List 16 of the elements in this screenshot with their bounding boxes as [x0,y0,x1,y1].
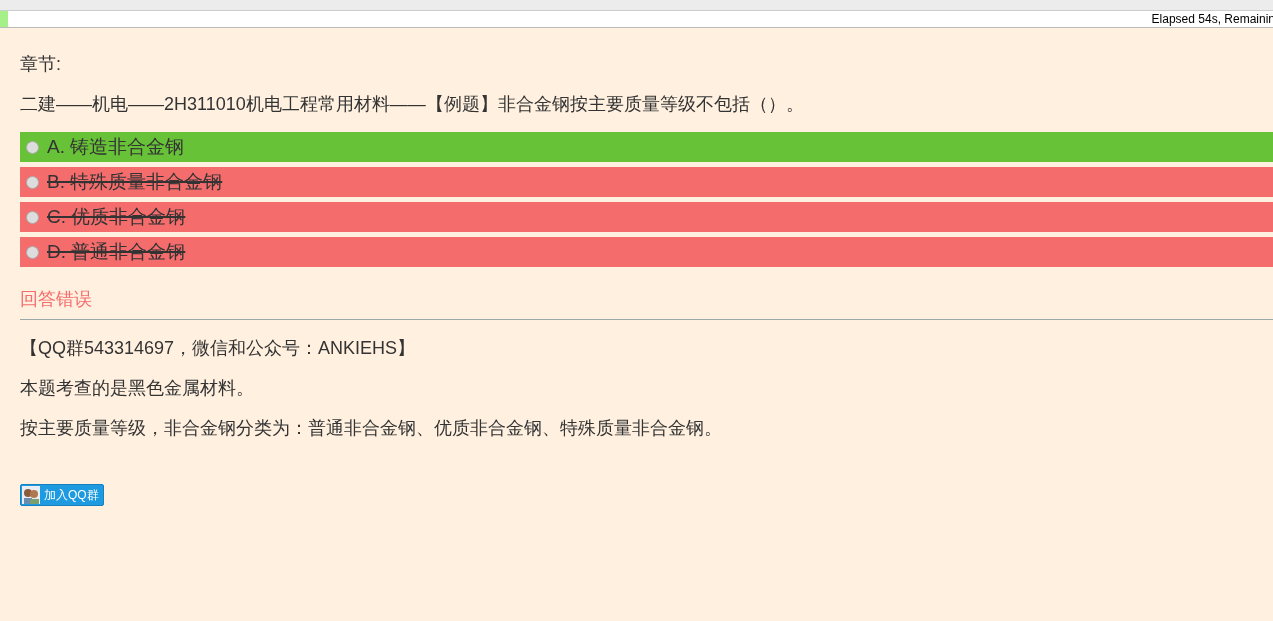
chapter-label: 章节: [20,53,62,76]
explanation-text: 【QQ群543314697，微信和公众号：ANKIEHS】 [20,337,417,360]
radio-button[interactable] [26,210,39,224]
explanation-text: 本题考查的是黑色金属材料。 [20,377,255,400]
verdict-text: 回答错误 [20,288,93,311]
explanation-text: 按主要质量等级，非合金钢分类为：普通非合金钢、优质非合金钢、特殊质量非合金钢。 [20,417,723,440]
radio-button[interactable] [26,140,39,154]
people-icon [22,486,40,504]
answer-option[interactable]: D. 普通非合金钢 [20,237,1273,267]
answer-option[interactable]: A. 铸造非合金钢 [20,132,1273,162]
question-text: 二建——机电——2H311010机电工程常用材料——【例题】非合金钢按主要质量等级不包括（）。 [20,93,805,116]
answer-option[interactable]: C. 优质非合金钢 [20,202,1273,232]
join-group-button[interactable]: 加入QQ群 [20,484,104,506]
radio-button[interactable] [26,175,39,189]
answer-option[interactable]: B. 特殊质量非合金钢 [20,167,1273,197]
radio-button[interactable] [26,245,39,259]
